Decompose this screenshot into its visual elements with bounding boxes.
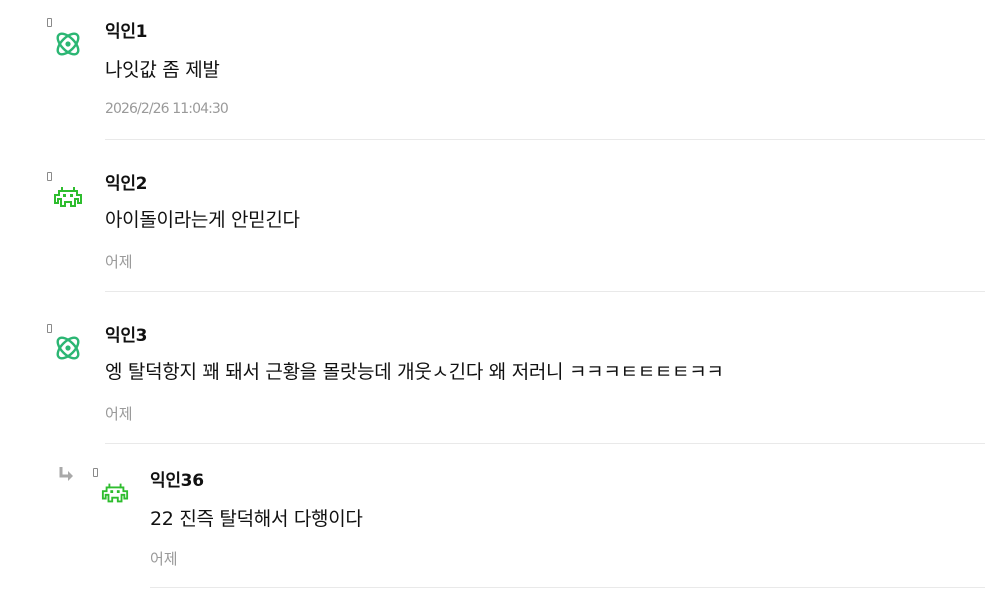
comment-timestamp: 어제 bbox=[105, 253, 133, 271]
divider bbox=[105, 139, 985, 140]
select-checkbox[interactable] bbox=[47, 18, 52, 27]
comment-text: 엥 탈덕항지 꽤 돼서 근황을 몰랏능데 개웃ㅅ긴다 왜 저러니 ㅋㅋㅋㅌㅌㅌㅌ… bbox=[105, 361, 724, 383]
comment-text: 나잇값 좀 제발 bbox=[105, 59, 220, 81]
comment-author[interactable]: 익인2 bbox=[105, 169, 148, 194]
divider bbox=[150, 587, 985, 588]
atom-icon bbox=[56, 32, 80, 56]
comment-author[interactable]: 익인1 bbox=[105, 17, 148, 42]
comment-text: 아이돌이라는게 안믿긴다 bbox=[105, 209, 300, 231]
divider bbox=[105, 291, 985, 292]
atom-icon bbox=[56, 336, 80, 360]
select-checkbox[interactable] bbox=[47, 172, 52, 181]
select-checkbox[interactable] bbox=[93, 468, 98, 477]
reply-author[interactable]: 익인36 bbox=[150, 466, 204, 491]
select-checkbox[interactable] bbox=[47, 324, 52, 333]
reply-timestamp: 어제 bbox=[150, 550, 178, 568]
comment-author[interactable]: 익인3 bbox=[105, 321, 148, 346]
comment-timestamp: 2026/2/26 11:04:30 bbox=[105, 101, 229, 117]
space-invader-icon bbox=[54, 187, 82, 207]
comment-timestamp: 어제 bbox=[105, 405, 133, 423]
divider bbox=[105, 443, 985, 444]
space-invader-icon bbox=[101, 483, 129, 503]
reply-arrow-icon bbox=[59, 467, 73, 481]
reply-text: 22 진즉 탈덕해서 다행이다 bbox=[150, 508, 363, 530]
